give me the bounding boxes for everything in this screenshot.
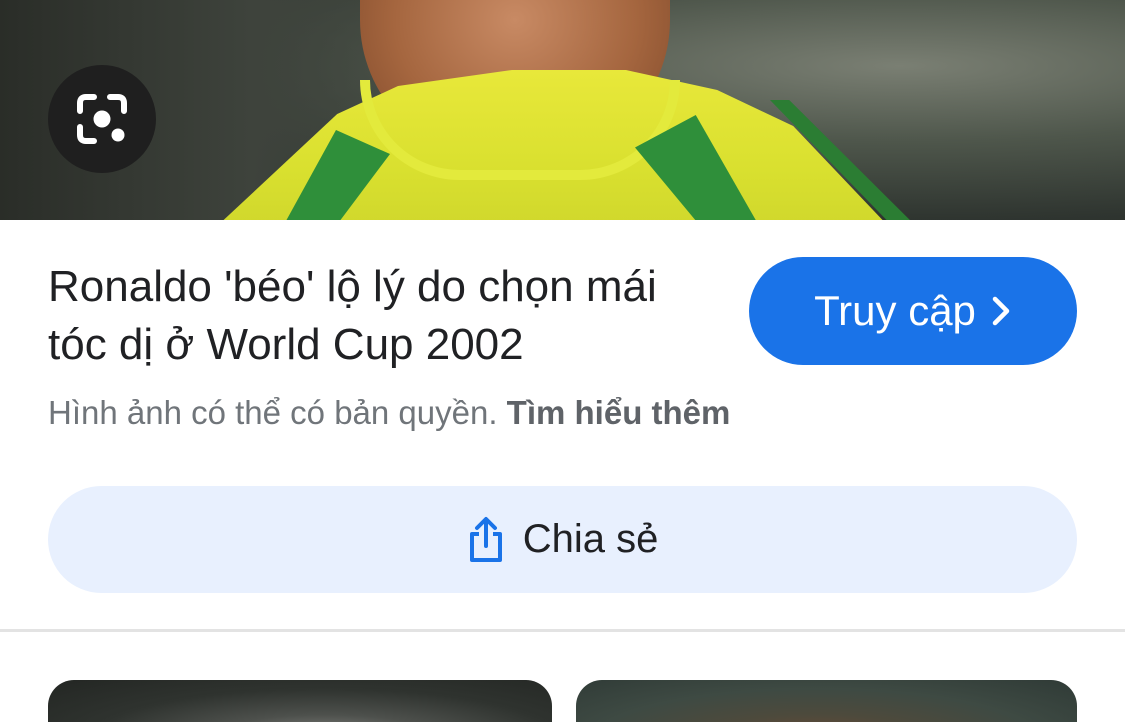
result-image[interactable] [0,0,1125,220]
related-image-thumbnail[interactable] [576,680,1077,722]
visit-button[interactable]: Truy cập [749,257,1077,365]
learn-more-link[interactable]: Tìm hiểu thêm [507,394,731,431]
visit-button-label: Truy cập [814,287,976,334]
result-title[interactable]: Ronaldo 'béo' lộ lý do chọn mái tóc dị ở… [48,258,718,374]
google-lens-button[interactable] [48,65,156,173]
related-image-thumbnail[interactable] [48,680,552,722]
share-icon [469,516,502,562]
copyright-notice: Hình ảnh có thể có bản quyền. Tìm hiểu t… [48,392,1078,434]
share-button-label: Chia sẻ [522,517,659,561]
copyright-text: Hình ảnh có thể có bản quyền. [48,394,498,431]
image-subject-collar [360,80,680,180]
share-button[interactable]: Chia sẻ [48,486,1077,593]
section-divider [0,629,1125,632]
google-lens-icon [77,94,127,144]
chevron-right-icon [992,296,1010,326]
